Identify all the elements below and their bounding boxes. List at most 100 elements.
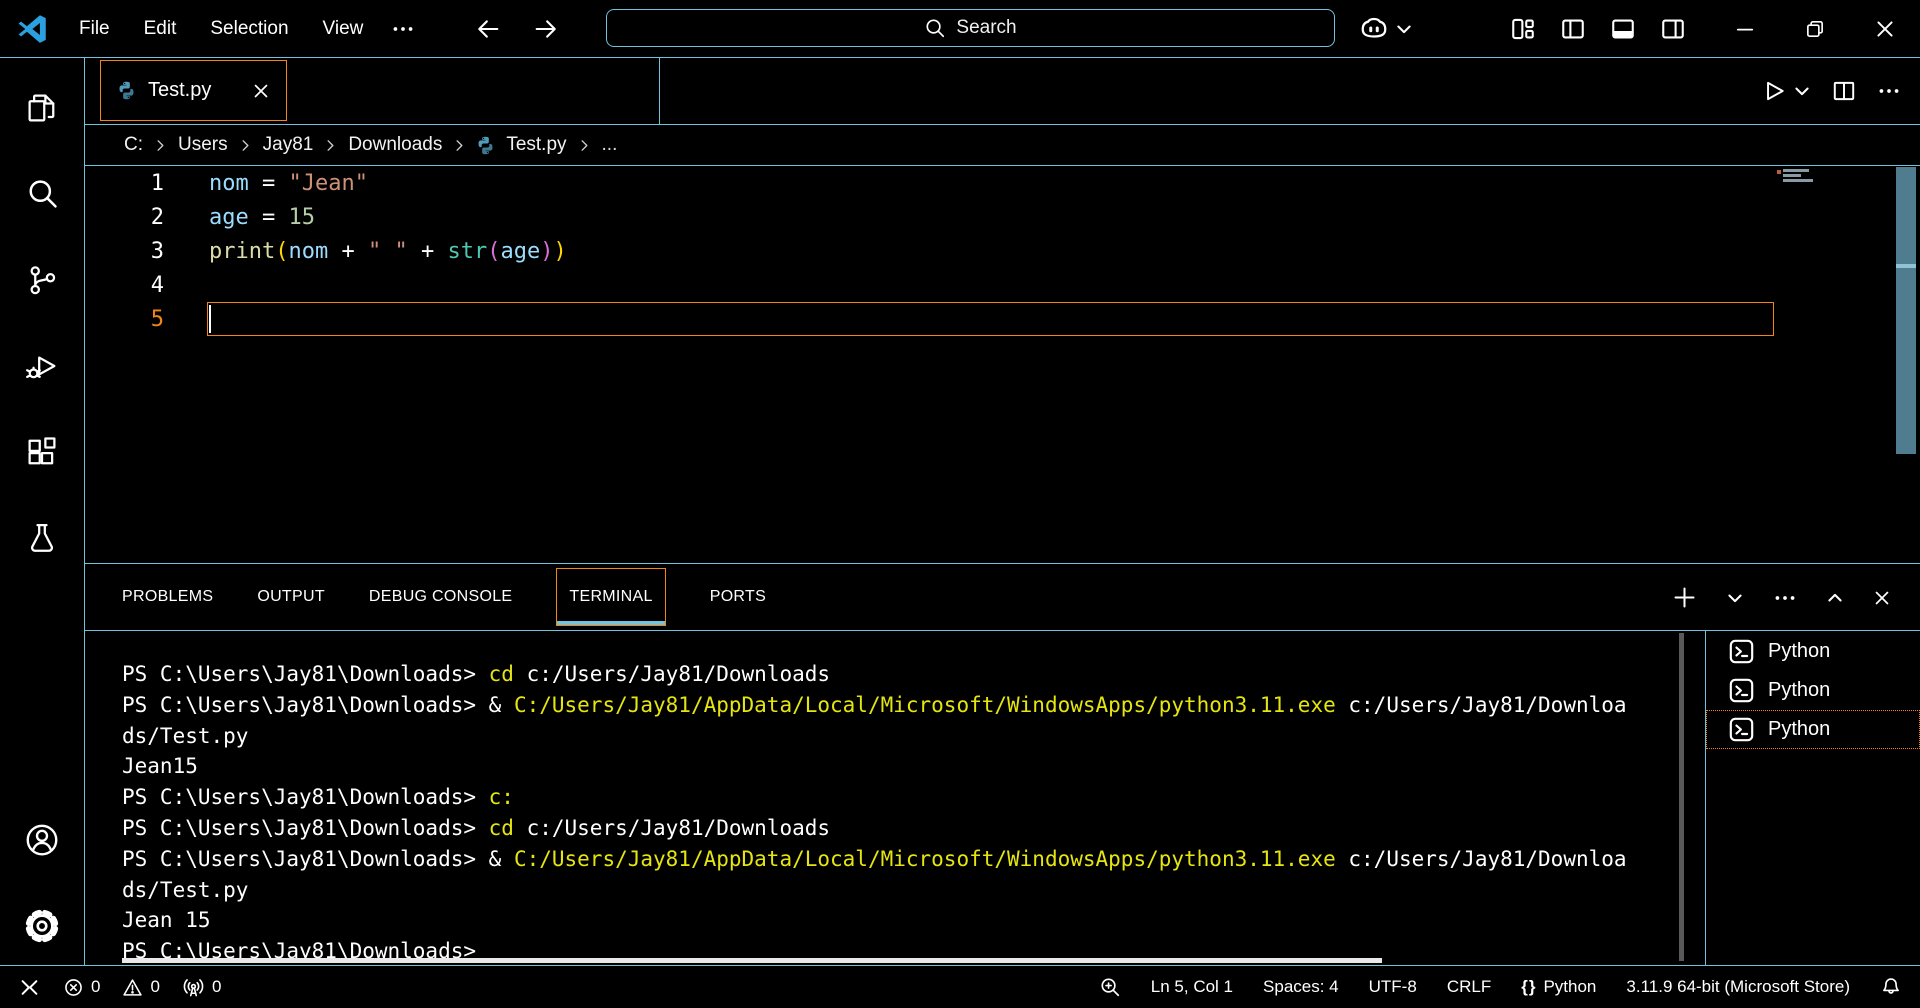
editor-actions: [1761, 58, 1902, 124]
breadcrumb-item[interactable]: Test.py: [506, 134, 566, 156]
terminal-list-item[interactable]: Python: [1706, 710, 1920, 749]
menu-edit[interactable]: Edit: [127, 18, 194, 40]
terminal-icon: [1728, 638, 1755, 665]
menu-file[interactable]: File: [62, 18, 127, 40]
panel-more-icon[interactable]: [1772, 585, 1798, 611]
chevron-right-icon: [577, 138, 592, 153]
breadcrumb-item[interactable]: Downloads: [348, 134, 442, 156]
terminal-line: ds/Test.py: [122, 721, 1705, 752]
menu-selection[interactable]: Selection: [193, 18, 305, 40]
minimize-button[interactable]: [1710, 0, 1780, 57]
window-controls: [1710, 0, 1920, 57]
status-item-0[interactable]: 0: [63, 977, 100, 998]
terminal-vscrollbar[interactable]: [1679, 633, 1684, 961]
search-input[interactable]: Search: [606, 9, 1335, 47]
status-item-0[interactable]: 0: [122, 977, 159, 998]
status-label: 0: [212, 977, 221, 997]
activity-testing[interactable]: [23, 521, 61, 555]
status-item-utf-8[interactable]: UTF-8: [1369, 977, 1417, 997]
status-bar-left: 0 0 0: [18, 976, 221, 999]
panel-tab-problems[interactable]: PROBLEMS: [122, 588, 213, 606]
status-item[interactable]: [1880, 976, 1902, 998]
title-bar: FileEditSelectionView Search: [0, 0, 1920, 58]
split-editor-icon[interactable]: [1831, 78, 1857, 104]
chevron-right-icon: [452, 138, 467, 153]
copilot-icon: [1359, 14, 1389, 44]
warning-icon: [122, 977, 143, 998]
tab-testpy[interactable]: Test.py: [100, 60, 287, 121]
panel-actions: [1671, 564, 1892, 631]
maximize-panel-icon[interactable]: [1825, 588, 1845, 608]
toggle-secondary-sidebar-icon[interactable]: [1660, 16, 1686, 42]
run-dropdown-icon[interactable]: [1792, 81, 1812, 101]
terminal-icon: [1728, 677, 1755, 704]
terminal-line: PS C:\Users\Jay81\Downloads> cd c:/Users…: [122, 813, 1705, 844]
breadcrumb-item[interactable]: Users: [178, 134, 228, 156]
status-label: Python: [1543, 977, 1596, 997]
status-label: Spaces: 4: [1263, 977, 1339, 997]
terminal-line: PS C:\Users\Jay81\Downloads> & C:/Users/…: [122, 844, 1705, 875]
status-label: 0: [150, 977, 159, 997]
panel-tab-output[interactable]: OUTPUT: [257, 588, 325, 606]
breadcrumb-item[interactable]: C:: [124, 134, 143, 156]
code-editor[interactable]: 1nom = "Jean"2age = 153print(nom + " " +…: [85, 166, 1920, 563]
layout-controls: [1510, 16, 1686, 42]
explorer-icon: [24, 90, 60, 126]
settings-icon: [23, 907, 61, 945]
tower-icon: [182, 976, 205, 999]
activity-extensions[interactable]: [23, 435, 61, 469]
chevron-right-icon: [153, 138, 168, 153]
title-bar-right: [1359, 0, 1920, 57]
toggle-panel-icon[interactable]: [1610, 16, 1636, 42]
more-actions-icon[interactable]: [1876, 78, 1902, 104]
breadcrumb-item[interactable]: ...: [602, 134, 618, 156]
terminal-hscrollbar[interactable]: [122, 958, 1382, 963]
activity-search[interactable]: [23, 177, 61, 211]
activity-explorer[interactable]: [23, 91, 61, 125]
status-item[interactable]: [1099, 976, 1121, 998]
status-item[interactable]: [18, 976, 41, 999]
breadcrumb-item[interactable]: Jay81: [263, 134, 314, 156]
toggle-primary-sidebar-icon[interactable]: [1560, 16, 1586, 42]
go-back-icon[interactable]: [474, 15, 502, 43]
menu-view[interactable]: View: [306, 18, 381, 40]
status-item-crlf[interactable]: CRLF: [1447, 977, 1491, 997]
panel-tab-terminal[interactable]: TERMINAL: [556, 568, 665, 626]
activity-source-control[interactable]: [23, 263, 61, 297]
nav-arrows: [474, 15, 560, 43]
terminal-profile-dropdown-icon[interactable]: [1725, 588, 1745, 608]
new-terminal-icon[interactable]: [1671, 584, 1698, 611]
menu-overflow-icon[interactable]: [390, 16, 416, 42]
close-button[interactable]: [1850, 0, 1920, 57]
terminal-list-item[interactable]: Python: [1706, 671, 1920, 710]
status-item-0[interactable]: 0: [182, 976, 221, 999]
panel-tab-ports[interactable]: PORTS: [710, 588, 766, 606]
activity-run-and-debug[interactable]: [23, 349, 61, 383]
status-item-spaces-4[interactable]: Spaces: 4: [1263, 977, 1339, 997]
python-icon: [116, 80, 137, 101]
run-button[interactable]: [1761, 78, 1812, 104]
panel-tab-debug-console[interactable]: DEBUG CONSOLE: [369, 588, 513, 606]
restore-button[interactable]: [1780, 0, 1850, 57]
activity-settings[interactable]: [23, 909, 61, 943]
activity-accounts[interactable]: [23, 823, 61, 857]
status-item-python[interactable]: {}Python: [1521, 977, 1596, 997]
close-icon[interactable]: [251, 81, 271, 101]
terminal-output[interactable]: PS C:\Users\Jay81\Downloads> cd c:/Users…: [85, 631, 1705, 966]
terminal-line: ds/Test.py: [122, 875, 1705, 906]
copilot-button[interactable]: [1359, 14, 1414, 44]
bell-icon: [1880, 976, 1902, 998]
current-line-border: [207, 302, 1774, 336]
terminal-list-item[interactable]: Python: [1706, 632, 1920, 671]
status-item-3-11-9-64-bit-microsoft-store-[interactable]: 3.11.9 64-bit (Microsoft Store): [1626, 977, 1850, 997]
close-panel-icon[interactable]: [1872, 588, 1892, 608]
code-text: nom = "Jean": [209, 171, 368, 196]
line-number: 1: [85, 171, 164, 196]
status-label: CRLF: [1447, 977, 1491, 997]
run-and-debug-icon: [24, 348, 60, 384]
code-line: 3print(nom + " " + str(age)): [85, 234, 1920, 268]
customize-layout-icon[interactable]: [1510, 16, 1536, 42]
go-forward-icon[interactable]: [532, 15, 560, 43]
tab-label: Test.py: [148, 79, 211, 102]
status-item-ln-5-col-1[interactable]: Ln 5, Col 1: [1151, 977, 1233, 997]
